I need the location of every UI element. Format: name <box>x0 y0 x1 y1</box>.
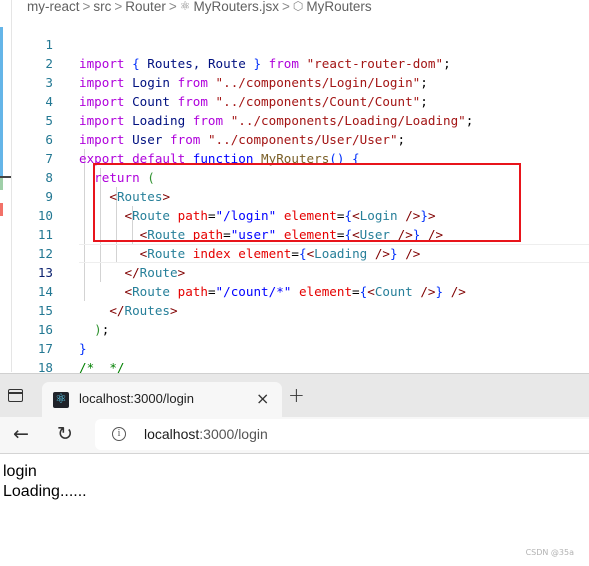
url-text[interactable]: localhost:3000/login <box>144 426 268 442</box>
breadcrumb-item-router[interactable]: Router <box>125 0 166 14</box>
url-path: :3000/login <box>199 426 268 442</box>
browser-toolbar: ← ↻ i localhost:3000/login <box>0 417 589 454</box>
code-line: 3 import Count from "../components/Count… <box>11 54 589 109</box>
tab-actions-icon[interactable] <box>8 389 23 402</box>
code-line: 5 import User from "../components/User/U… <box>11 92 589 147</box>
breadcrumb-item-project[interactable]: my-react <box>27 0 80 14</box>
site-info-icon[interactable]: i <box>112 427 126 441</box>
code-line: 2 import Login from "../components/Login… <box>11 35 589 90</box>
code-line: 4 import Loading from "../components/Loa… <box>11 73 589 128</box>
diff-added-marker <box>0 178 3 190</box>
address-bar[interactable]: i localhost:3000/login <box>95 419 589 450</box>
tab-bar: ⚛ localhost:3000/login × + <box>0 373 589 418</box>
react-favicon-icon: ⚛ <box>53 392 69 408</box>
browser-window: ⚛ localhost:3000/login × + ← ↻ i localho… <box>0 373 589 566</box>
breadcrumb-separator: > <box>82 0 91 14</box>
code-line: 1 import { Routes, Route } from "react-r… <box>11 16 589 71</box>
back-arrow-icon[interactable]: ← <box>13 423 29 445</box>
new-tab-icon[interactable]: + <box>288 385 305 405</box>
page-content: login Loading...... <box>0 454 589 566</box>
symbol-method-icon: ⬡ <box>292 0 304 14</box>
breadcrumb-separator: > <box>114 0 123 14</box>
code-line: 15 ); <box>11 282 589 337</box>
code-line: 18 <box>11 339 589 375</box>
loading-text: Loading...... <box>3 483 87 500</box>
code-line: 16 } <box>11 301 589 356</box>
tab-title: localhost:3000/login <box>79 391 194 406</box>
code-editor: my-react > src > Router > ⚛ MyRouters.jsx > ⬡ MyRo… <box>0 0 589 375</box>
code-line-current: 13 <Route path="/count/*" element={<Coun… <box>11 244 589 299</box>
login-text: login <box>3 463 37 480</box>
code-line: 14 </Routes> <box>11 263 589 318</box>
watermark: CSDN @35a <box>525 548 574 557</box>
breadcrumb-separator: > <box>168 0 177 14</box>
scroll-indicator <box>0 27 3 177</box>
breadcrumb-item-symbol[interactable]: MyRouters <box>306 0 371 14</box>
react-file-icon: ⚛ <box>179 0 191 14</box>
code-line: 7 return ( <box>11 130 589 185</box>
code-line: 6 export default function MyRouters() { <box>11 111 589 166</box>
breadcrumb-item-src[interactable]: src <box>93 0 111 14</box>
breadcrumb-separator: > <box>282 0 290 14</box>
browser-tab-active[interactable]: ⚛ localhost:3000/login × <box>42 382 282 418</box>
breadcrumb-item-file[interactable]: MyRouters.jsx <box>193 0 279 14</box>
breadcrumb: my-react > src > Router > ⚛ MyRouters.jsx > ⬡ MyRo… <box>27 0 372 16</box>
code-line: 17 /* */ <box>11 320 589 375</box>
url-host: localhost <box>144 426 200 442</box>
diff-removed-marker <box>0 203 3 216</box>
annotation-highlight-box <box>93 163 521 242</box>
close-tab-icon[interactable]: × <box>256 389 269 408</box>
reload-icon[interactable]: ↻ <box>57 423 73 445</box>
